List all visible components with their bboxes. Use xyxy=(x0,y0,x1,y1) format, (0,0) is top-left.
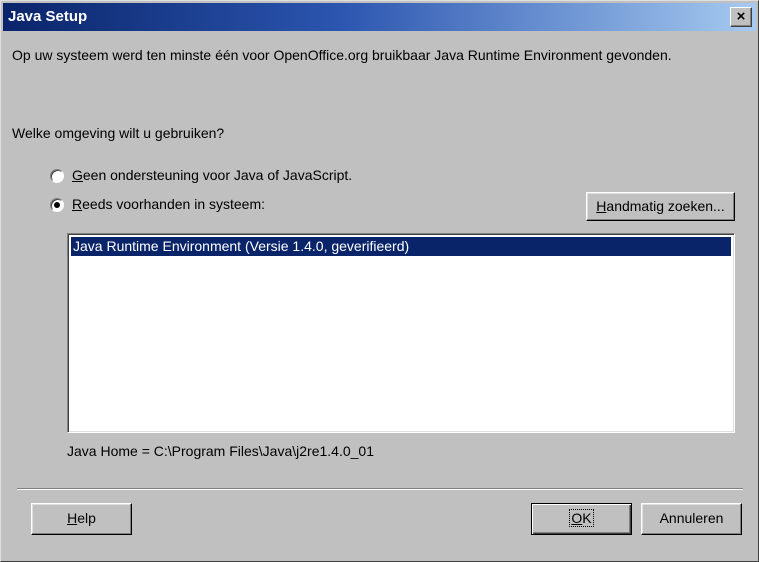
java-home-text: Java Home = C:\Program Files\Java\j2re1.… xyxy=(67,443,374,459)
mnemonic-h: H xyxy=(67,510,78,526)
java-setup-dialog: Java Setup × Op uw systeem werd ten mins… xyxy=(0,0,759,562)
close-button[interactable]: × xyxy=(730,7,752,27)
manual-search-button[interactable]: Handmatig zoeken... xyxy=(586,192,735,221)
label-rest: eeds voorhanden in systeem: xyxy=(82,196,266,212)
footer-separator xyxy=(17,488,743,490)
focus-rect: OK xyxy=(569,509,594,527)
mnemonic-g: G xyxy=(72,167,83,183)
radio-button-no-java[interactable] xyxy=(50,169,64,183)
intro-text: Op uw systeem werd ten minste één voor O… xyxy=(12,47,672,63)
close-icon: × xyxy=(736,8,746,25)
button-label-rest: elp xyxy=(77,510,96,526)
mnemonic-h: H xyxy=(596,198,607,214)
help-button[interactable]: Help xyxy=(31,503,132,535)
list-item[interactable]: Java Runtime Environment (Versie 1.4.0, … xyxy=(71,237,731,256)
radio-selected-dot-icon xyxy=(54,202,60,208)
ok-button[interactable]: OK xyxy=(531,503,632,535)
cancel-button[interactable]: Annuleren xyxy=(641,503,742,535)
question-text: Welke omgeving wilt u gebruiken? xyxy=(12,125,225,141)
window-title: Java Setup xyxy=(8,8,88,25)
jre-listbox[interactable]: Java Runtime Environment (Versie 1.4.0, … xyxy=(67,233,735,433)
radio-label-no-java[interactable]: Geen ondersteuning voor Java of JavaScri… xyxy=(72,167,352,183)
radio-label-existing[interactable]: Reeds voorhanden in systeem: xyxy=(72,196,265,212)
mnemonic-o: O xyxy=(571,510,583,526)
title-bar[interactable]: Java Setup × xyxy=(3,3,756,31)
button-label-rest: K xyxy=(582,510,592,526)
mnemonic-r: R xyxy=(72,196,83,212)
button-label-rest: andmatig zoeken... xyxy=(606,198,725,214)
radio-button-existing[interactable] xyxy=(50,198,64,212)
label-rest: een ondersteuning voor Java of JavaScrip… xyxy=(82,167,353,183)
